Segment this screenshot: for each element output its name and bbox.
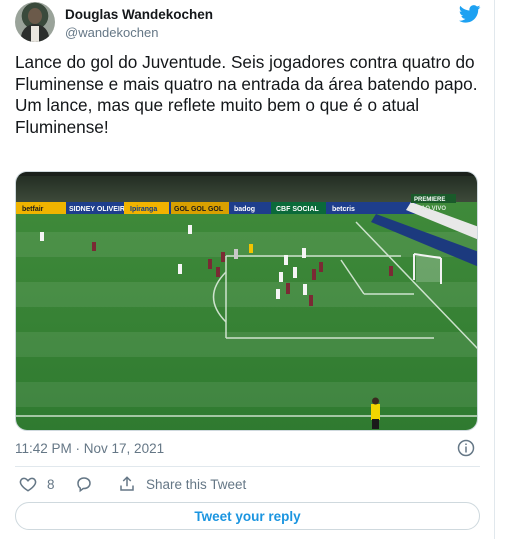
reply-action-button[interactable]	[75, 475, 93, 493]
avatar[interactable]	[15, 2, 55, 42]
ad-golgolgol: GOL GOL GOL	[174, 206, 224, 213]
author-name[interactable]: Douglas Wandekochen	[65, 7, 213, 22]
ad-cbf: CBF SOCIAL	[276, 206, 320, 213]
share-button[interactable]: Share this Tweet	[118, 475, 246, 493]
speech-bubble-icon	[77, 477, 91, 493]
tweet-paragraph-1: Lance do gol do Juventude. Seis jogadore…	[15, 52, 478, 94]
tweet-your-reply-button[interactable]: Tweet your reply	[15, 502, 480, 530]
ad-betfair: betfair	[22, 206, 44, 213]
tweet-header: Douglas Wandekochen @wandekochen	[15, 2, 485, 42]
tweet-paragraph-2: Um lance, mas que reflete muito bem o qu…	[15, 95, 420, 137]
twitter-bird-icon[interactable]	[459, 5, 481, 23]
tweet-timestamp[interactable]: 11:42 PM · Nov 17, 2021	[15, 441, 164, 456]
info-icon[interactable]	[457, 439, 475, 457]
share-icon	[120, 476, 134, 491]
ad-premiere: PREMIERE	[414, 197, 445, 203]
like-count: 8	[47, 476, 55, 492]
ad-badog: badog	[234, 206, 255, 213]
ad-ipiranga: Ipiranga	[130, 206, 157, 213]
tweet-media-video[interactable]: betfair SIDNEY OLIVEIRA Ipiranga GOL GOL…	[15, 171, 478, 431]
share-label: Share this Tweet	[146, 476, 247, 492]
ad-aovivo: AO VIVO	[421, 206, 446, 212]
heart-icon	[19, 477, 37, 492]
ad-betcris: betcris	[332, 206, 355, 213]
like-button[interactable]: 8	[19, 475, 55, 493]
divider	[15, 466, 480, 467]
tweet-actions: 8 Share this Tweet	[15, 475, 485, 497]
author-handle[interactable]: @wandekochen	[65, 25, 158, 40]
tweet-card: Douglas Wandekochen @wandekochen Lance d…	[0, 0, 495, 539]
football-pitch-image: betfair SIDNEY OLIVEIRA Ipiranga GOL GOL…	[16, 172, 477, 430]
ad-sidney: SIDNEY OLIVEIRA	[69, 206, 130, 213]
tweet-text: Lance do gol do Juventude. Seis jogadore…	[15, 52, 485, 138]
